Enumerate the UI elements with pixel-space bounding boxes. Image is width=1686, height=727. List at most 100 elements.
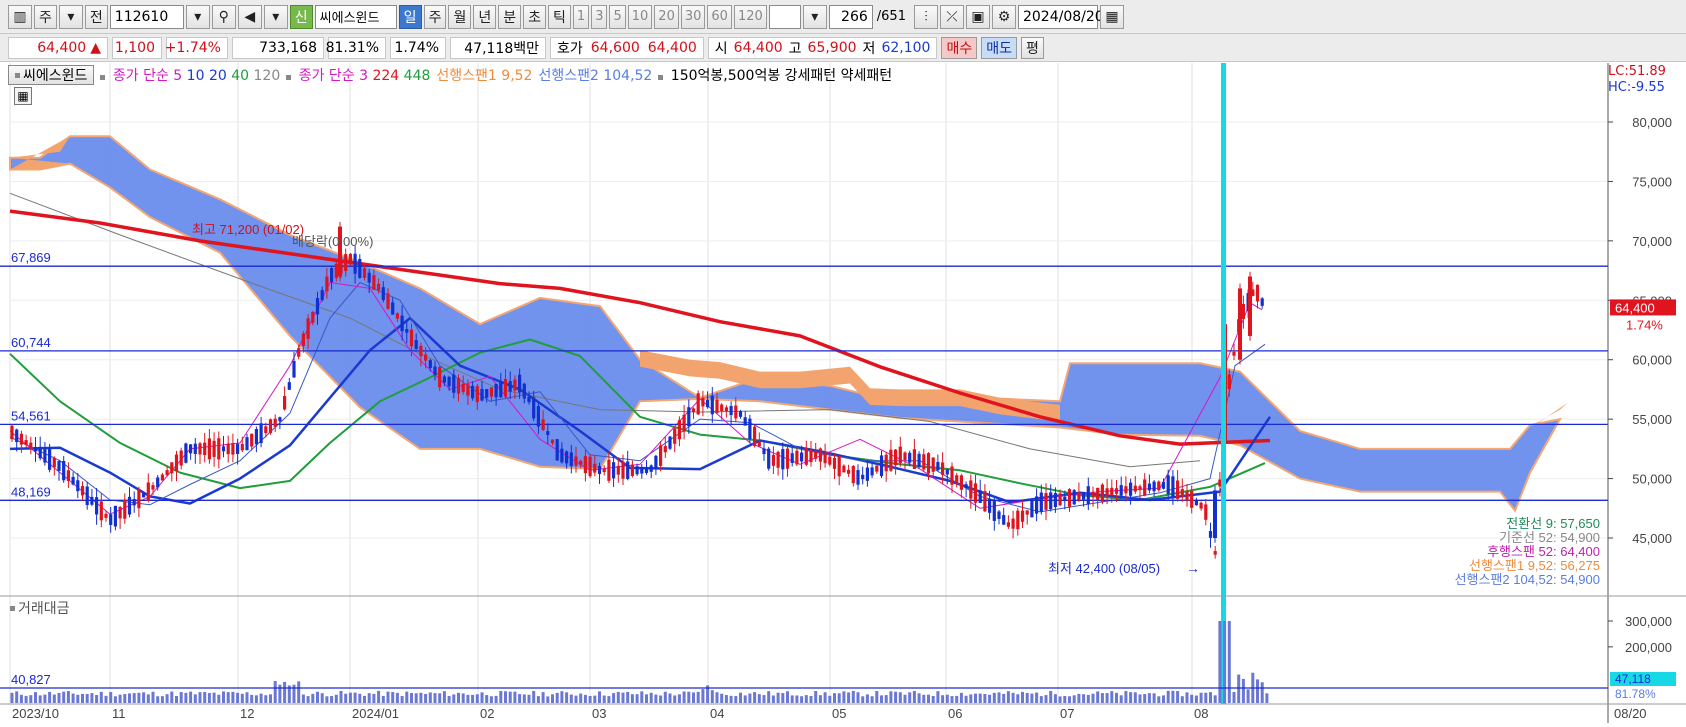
volume-bar[interactable] xyxy=(823,692,827,703)
sell-button[interactable]: 매도 xyxy=(981,36,1017,59)
candle-body[interactable] xyxy=(320,290,324,300)
candle-body[interactable] xyxy=(193,443,197,455)
volume-bar[interactable] xyxy=(607,696,611,703)
volume-bar[interactable] xyxy=(433,693,437,703)
candle-body[interactable] xyxy=(395,313,399,319)
volume-bar[interactable] xyxy=(34,692,37,703)
volume-bar[interactable] xyxy=(955,695,959,703)
candle-body[interactable] xyxy=(452,374,456,393)
candle-body[interactable] xyxy=(297,348,301,357)
candle-body[interactable] xyxy=(19,433,23,445)
candle-body[interactable] xyxy=(1260,298,1264,306)
candle-body[interactable] xyxy=(85,486,89,506)
candle-body[interactable] xyxy=(818,448,822,462)
candle-body[interactable] xyxy=(76,480,80,492)
volume-bar[interactable] xyxy=(696,691,700,703)
volume-bar[interactable] xyxy=(43,694,47,703)
volume-bar[interactable] xyxy=(475,694,479,703)
candle-body[interactable] xyxy=(348,253,352,265)
candle-body[interactable] xyxy=(828,456,832,465)
volume-bar[interactable] xyxy=(203,692,207,703)
volume-bar[interactable] xyxy=(936,691,940,703)
volume-bar[interactable] xyxy=(908,692,912,703)
interval-10[interactable]: 10 xyxy=(627,4,653,29)
volume-bar[interactable] xyxy=(264,695,268,703)
candle-body[interactable] xyxy=(245,437,249,451)
span2-legend[interactable]: 선행스팬2 104,52 xyxy=(538,65,652,85)
candle-body[interactable] xyxy=(386,293,390,309)
candle-body[interactable] xyxy=(1020,510,1025,522)
candle-body[interactable] xyxy=(1255,284,1260,302)
volume-bar[interactable] xyxy=(471,694,475,703)
volume-bar[interactable] xyxy=(870,696,874,703)
candle-body[interactable] xyxy=(250,433,254,447)
volume-bar[interactable] xyxy=(612,693,616,703)
volume-bar[interactable] xyxy=(767,691,771,703)
candle-body[interactable] xyxy=(212,440,216,457)
volume-bar[interactable] xyxy=(236,692,240,703)
candle-body[interactable] xyxy=(325,276,329,292)
candle-body[interactable] xyxy=(1105,488,1109,497)
candle-body[interactable] xyxy=(381,287,385,301)
volume-bar[interactable] xyxy=(649,692,653,703)
candle-body[interactable] xyxy=(936,461,940,471)
candle-body[interactable] xyxy=(696,393,700,415)
volume-bar[interactable] xyxy=(889,691,893,703)
candle-body[interactable] xyxy=(466,384,470,396)
candle-body[interactable] xyxy=(1086,486,1090,505)
volume-bar[interactable] xyxy=(922,694,926,703)
candle-body[interactable] xyxy=(503,378,508,397)
volume-bar[interactable] xyxy=(250,694,254,703)
candle-body[interactable] xyxy=(1114,488,1119,494)
tab-day[interactable]: 일 xyxy=(398,4,422,29)
volume-bar[interactable] xyxy=(1091,693,1095,703)
market-dropdown-icon[interactable]: ▾ xyxy=(58,4,83,29)
candle-body[interactable] xyxy=(62,460,66,481)
candle-body[interactable] xyxy=(1053,493,1057,508)
candle-body[interactable] xyxy=(292,360,296,378)
volume-bar[interactable] xyxy=(1035,692,1039,703)
candle-body[interactable] xyxy=(814,451,818,459)
save-icon[interactable]: ▣ xyxy=(965,4,990,29)
volume-bar[interactable] xyxy=(297,681,301,703)
interval-60[interactable]: 60 xyxy=(707,4,732,29)
candle-body[interactable] xyxy=(315,297,320,315)
volume-bar[interactable] xyxy=(983,694,987,703)
volume-bar[interactable] xyxy=(494,695,498,703)
volume-bar[interactable] xyxy=(391,692,395,703)
candle-body[interactable] xyxy=(748,418,752,440)
candle-body[interactable] xyxy=(419,345,423,357)
candle-body[interactable] xyxy=(832,457,837,469)
candle-body[interactable] xyxy=(677,420,681,440)
candle-body[interactable] xyxy=(433,366,437,375)
candle-body[interactable] xyxy=(1058,493,1062,506)
volume-bar[interactable] xyxy=(710,690,714,703)
candle-body[interactable] xyxy=(673,428,677,444)
volume-bar[interactable] xyxy=(273,681,277,703)
volume-bar[interactable] xyxy=(363,695,366,703)
volume-bar[interactable] xyxy=(269,694,272,703)
volume-bar[interactable] xyxy=(160,696,164,703)
candle-body[interactable] xyxy=(785,448,790,469)
candle-body[interactable] xyxy=(1035,496,1039,514)
volume-bar[interactable] xyxy=(555,692,559,703)
candle-body[interactable] xyxy=(99,501,103,521)
volume-bar[interactable] xyxy=(165,694,169,703)
candle-body[interactable] xyxy=(179,450,183,466)
volume-bar[interactable] xyxy=(1086,694,1090,703)
volume-bar[interactable] xyxy=(626,691,630,703)
volume-bar[interactable] xyxy=(62,691,66,703)
volume-bar[interactable] xyxy=(66,691,70,703)
volume-bar[interactable] xyxy=(212,692,216,703)
candle-body[interactable] xyxy=(217,438,221,460)
candle-body[interactable] xyxy=(438,366,442,388)
candle-body[interactable] xyxy=(10,425,14,440)
candle-body[interactable] xyxy=(132,499,136,506)
volume-bar[interactable] xyxy=(146,694,150,703)
candle-body[interactable] xyxy=(414,339,418,350)
candle-body[interactable] xyxy=(837,456,841,477)
candle-body[interactable] xyxy=(541,419,545,430)
candle-body[interactable] xyxy=(776,451,780,468)
candle-body[interactable] xyxy=(861,474,865,480)
sound-dropdown-icon[interactable]: ▾ xyxy=(263,4,288,29)
